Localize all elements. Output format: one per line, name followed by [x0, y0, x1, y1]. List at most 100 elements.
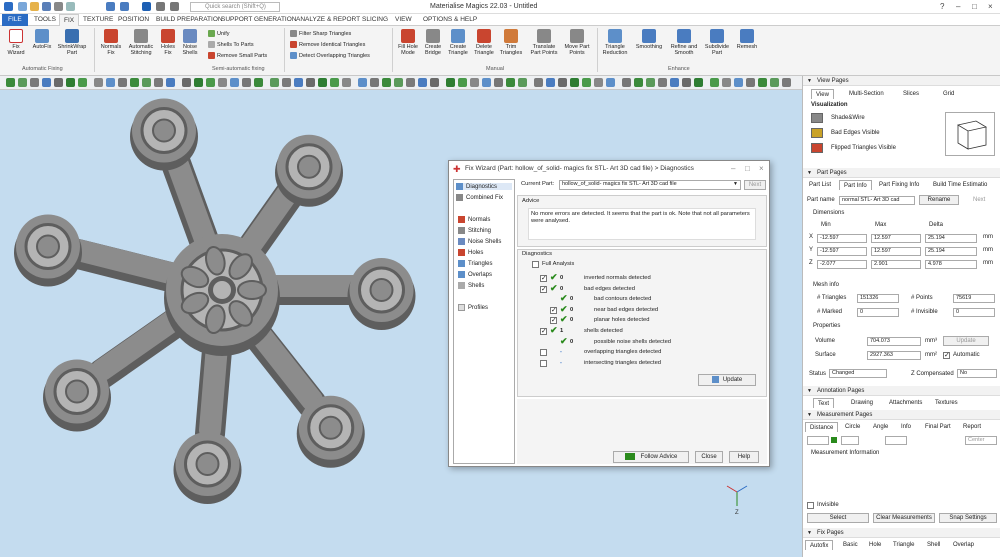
- toolbar-tool-icon[interactable]: [770, 78, 779, 87]
- normals-fix-button[interactable]: Normals Fix: [98, 29, 124, 56]
- noise-shells-button[interactable]: Noise Shells: [180, 29, 200, 56]
- diagnostic-checkbox[interactable]: ✓: [550, 317, 557, 325]
- fix-wizard-button[interactable]: Fix Wizard: [4, 29, 28, 56]
- update-properties-button[interactable]: Update: [943, 336, 989, 346]
- toolbar-tool-icon[interactable]: [482, 78, 491, 87]
- zoom-icon[interactable]: [156, 2, 165, 11]
- invisible-checkbox[interactable]: [807, 502, 814, 509]
- toolbar-tool-icon[interactable]: [30, 78, 39, 87]
- toolbar-tool-icon[interactable]: [606, 78, 615, 87]
- subdivide-button[interactable]: Subdivide Part: [702, 29, 732, 56]
- toolbar-tool-icon[interactable]: [782, 78, 791, 87]
- unify-button[interactable]: Unify: [208, 30, 230, 37]
- toolbar-tool-icon[interactable]: [710, 78, 719, 87]
- save-icon[interactable]: [42, 2, 51, 11]
- tab-autofix[interactable]: Autofix: [805, 540, 834, 550]
- nav-normals[interactable]: Normals: [458, 216, 490, 223]
- tab-final-part[interactable]: Final Part: [921, 422, 955, 432]
- menu-file[interactable]: FILE: [2, 14, 28, 26]
- toolbar-tool-icon[interactable]: [746, 78, 755, 87]
- next-part-button[interactable]: Next: [973, 197, 985, 203]
- toolbar-tool-icon[interactable]: [682, 78, 691, 87]
- menu-analyze-report[interactable]: ANALYZE & REPORT: [296, 16, 360, 23]
- toolbar-tool-icon[interactable]: [154, 78, 163, 87]
- tab-overlap[interactable]: Overlap: [949, 540, 978, 550]
- toolbar-tool-icon[interactable]: [94, 78, 103, 87]
- filter-sharp-button[interactable]: Filter Sharp Triangles: [290, 30, 351, 37]
- dialog-close-button[interactable]: ×: [759, 164, 764, 173]
- toolbar-tool-icon[interactable]: [658, 78, 667, 87]
- view-pages-header[interactable]: View Pages: [803, 76, 1000, 86]
- toolbar-tool-icon[interactable]: [42, 78, 51, 87]
- select-icon[interactable]: [142, 2, 151, 11]
- maximize-button[interactable]: □: [972, 2, 977, 11]
- nav-combined-fix[interactable]: Combined Fix: [456, 194, 503, 201]
- toolbar-tool-icon[interactable]: [358, 78, 367, 87]
- full-analysis-checkbox[interactable]: [532, 261, 539, 268]
- menu-fix[interactable]: FIX: [59, 14, 80, 26]
- part-name-field[interactable]: normal STL- Art 3D cad: [839, 196, 915, 205]
- snap-settings-button[interactable]: Snap Settings: [939, 513, 997, 523]
- flipped-triangles-icon[interactable]: [811, 143, 823, 153]
- measure-type-select[interactable]: [807, 436, 829, 445]
- toolbar-tool-icon[interactable]: [418, 78, 427, 87]
- tab-circle[interactable]: Circle: [841, 422, 864, 432]
- update-button[interactable]: Update: [698, 374, 756, 386]
- annotation-pages-header[interactable]: Annotation Pages: [803, 386, 1000, 396]
- select-button[interactable]: Select: [807, 513, 869, 523]
- close-dialog-button[interactable]: Close: [695, 451, 723, 463]
- tab-view[interactable]: View: [811, 89, 834, 99]
- menu-tools[interactable]: TOOLS: [34, 16, 56, 23]
- toolbar-tool-icon[interactable]: [382, 78, 391, 87]
- toolbar-tool-icon[interactable]: [66, 78, 75, 87]
- tab-part-info[interactable]: Part Info: [839, 180, 872, 190]
- menu-texture[interactable]: TEXTURE: [83, 16, 113, 23]
- toolbar-tool-icon[interactable]: [722, 78, 731, 87]
- view-cube[interactable]: [945, 112, 995, 156]
- center-select[interactable]: Center: [965, 436, 997, 445]
- nav-stitching[interactable]: Stitching: [458, 227, 491, 234]
- tab-textures[interactable]: Textures: [931, 398, 962, 408]
- toolbar-tool-icon[interactable]: [506, 78, 515, 87]
- automatic-checkbox[interactable]: ✓: [943, 352, 950, 359]
- triangle-reduction-button[interactable]: Triangle Reduction: [600, 29, 630, 56]
- help-button[interactable]: Help: [729, 451, 759, 463]
- toolbar-tool-icon[interactable]: [646, 78, 655, 87]
- toolbar-tool-icon[interactable]: [318, 78, 327, 87]
- redo-icon[interactable]: [120, 2, 129, 11]
- menu-support-generation[interactable]: SUPPORT GENERATION: [221, 16, 297, 23]
- tab-attachments[interactable]: Attachments: [885, 398, 926, 408]
- dialog-maximize-button[interactable]: □: [745, 164, 750, 173]
- tab-hole[interactable]: Hole: [865, 540, 885, 550]
- toolbar-tool-icon[interactable]: [142, 78, 151, 87]
- toolbar-tool-icon[interactable]: [494, 78, 503, 87]
- close-button[interactable]: ×: [988, 2, 993, 11]
- toolbar-tool-icon[interactable]: [558, 78, 567, 87]
- tab-slices[interactable]: Slices: [899, 89, 923, 99]
- tab-report[interactable]: Report: [959, 422, 985, 432]
- shells-to-parts-button[interactable]: Shells To Parts: [208, 41, 254, 48]
- menu-build-preparation[interactable]: BUILD PREPARATION: [156, 16, 223, 23]
- toolbar-tool-icon[interactable]: [594, 78, 603, 87]
- nav-noise-shells[interactable]: Noise Shells: [458, 238, 501, 245]
- toolbar-tool-icon[interactable]: [470, 78, 479, 87]
- nav-diagnostics[interactable]: Diagnostics: [456, 183, 512, 191]
- tab-text[interactable]: Text: [813, 398, 835, 408]
- toolbar-tool-icon[interactable]: [330, 78, 339, 87]
- toolbar-tool-icon[interactable]: [758, 78, 767, 87]
- toolbar-tool-icon[interactable]: [270, 78, 279, 87]
- nav-triangles[interactable]: Triangles: [458, 260, 492, 267]
- tab-info[interactable]: Info: [897, 422, 915, 432]
- remove-small-parts-button[interactable]: Remove Small Parts: [208, 52, 267, 59]
- toolbar-tool-icon[interactable]: [622, 78, 631, 87]
- toolbar-tool-icon[interactable]: [254, 78, 263, 87]
- toolbar-tool-icon[interactable]: [130, 78, 139, 87]
- toolbar-tool-icon[interactable]: [342, 78, 351, 87]
- tab-drawing[interactable]: Drawing: [847, 398, 877, 408]
- toolbar-tool-icon[interactable]: [118, 78, 127, 87]
- nav-overlaps[interactable]: Overlaps: [458, 271, 492, 278]
- nav-profiles[interactable]: Profiles: [458, 304, 488, 311]
- toolbar-tool-icon[interactable]: [78, 78, 87, 87]
- remesh-button[interactable]: Remesh: [734, 29, 760, 50]
- color-swatch-icon[interactable]: [831, 437, 837, 443]
